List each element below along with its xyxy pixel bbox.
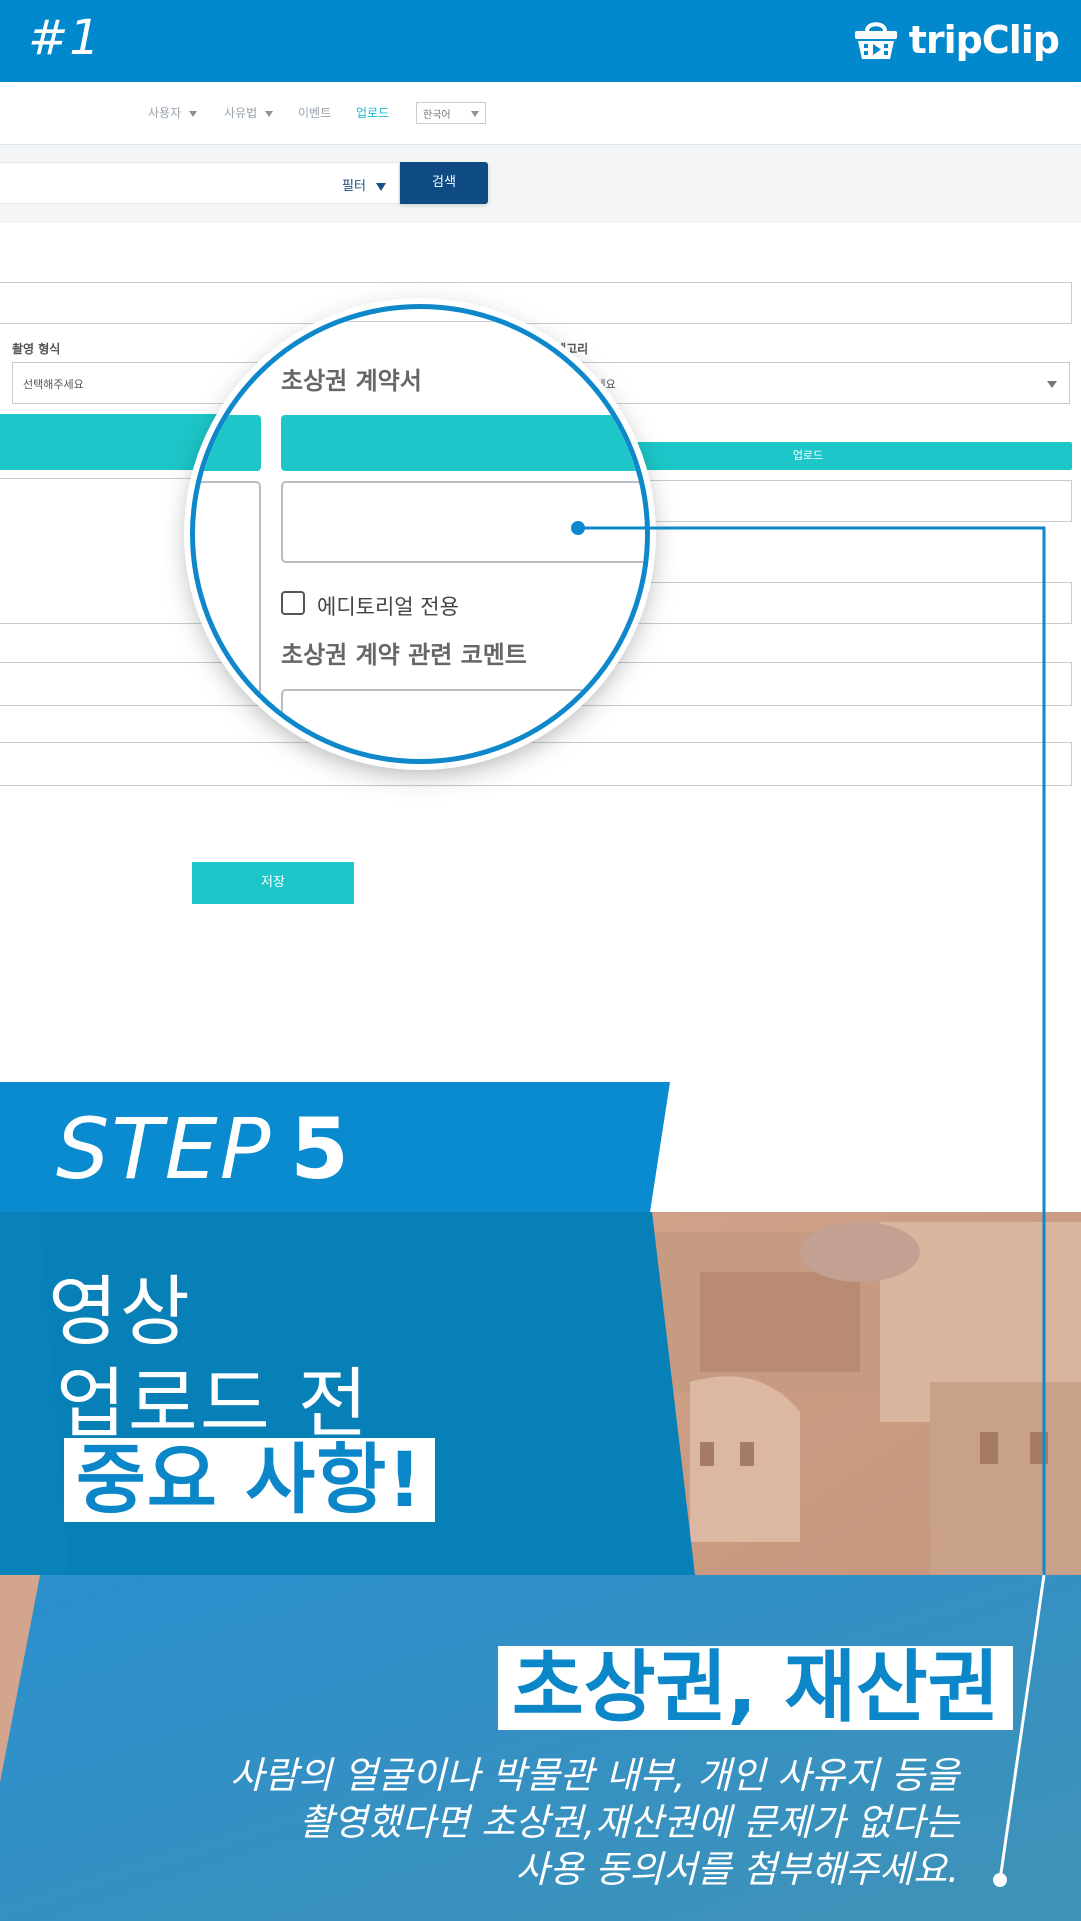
- description-line: 사용 동의서를 첨부해주세요.: [515, 1848, 959, 1891]
- portrait-comment-textarea[interactable]: [281, 689, 645, 759]
- description-line: 촬영했다면 초상권,재산권에 문제가 없다는: [299, 1801, 959, 1844]
- language-select[interactable]: 한국어: [416, 102, 486, 124]
- zoomed-upload-bar-left[interactable]: [195, 415, 261, 471]
- magnifier: 초상권 계약서 에디토리얼 전용 초상권 계약 관련 코멘트: [190, 304, 650, 764]
- portrait-contract-label: 초상권 계약서: [281, 367, 422, 395]
- section-title: 초상권, 재산권: [498, 1646, 1014, 1730]
- headline-highlight: 중요 사항!: [64, 1438, 435, 1522]
- editorial-label: 에디토리얼 전용: [317, 595, 459, 619]
- nav-item-users[interactable]: 사용자: [148, 104, 198, 121]
- step-heading: STEP 5: [56, 1100, 351, 1198]
- search-button[interactable]: 검색: [400, 162, 488, 204]
- portrait-comment-label: 초상권 계약 관련 코멘트: [281, 641, 527, 669]
- zoomed-field-edge: [195, 309, 645, 322]
- logo-text: tripClip: [908, 18, 1060, 62]
- zoomed-description-textarea[interactable]: [195, 481, 261, 759]
- chevron-down-icon: [1047, 381, 1057, 388]
- tripclip-logo: tripClip: [853, 18, 1060, 62]
- filter-dropdown[interactable]: 필터: [342, 175, 386, 194]
- shoot-type-label: 촬영 형식: [12, 342, 61, 356]
- step-number: 5: [290, 1100, 351, 1198]
- nav-item-events[interactable]: 이벤트: [298, 104, 331, 121]
- basket-play-icon: [854, 22, 897, 59]
- step-word: STEP: [56, 1100, 273, 1198]
- save-button[interactable]: 저장: [192, 862, 354, 904]
- section-description: 사람의 얼굴이나 박물관 내부, 개인 사유지 등을 촬영했다면 초상권,재산권…: [59, 1752, 959, 1893]
- chevron-down-icon: [265, 110, 274, 117]
- nav-item-upload[interactable]: 업로드: [356, 104, 389, 121]
- search-input[interactable]: [0, 162, 400, 204]
- triangle-down-icon: [375, 182, 386, 191]
- chevron-down-icon: [471, 111, 479, 117]
- slide-number: #1: [28, 10, 101, 66]
- editorial-checkbox[interactable]: [281, 591, 305, 615]
- nav-item-second[interactable]: 사유법: [224, 104, 274, 121]
- chevron-down-icon: [189, 110, 198, 117]
- portrait-contract-file-field[interactable]: [281, 481, 645, 563]
- portrait-contract-upload-button[interactable]: [281, 415, 645, 471]
- description-line: 사람의 얼굴이나 박물관 내부, 개인 사유지 등을: [229, 1754, 959, 1797]
